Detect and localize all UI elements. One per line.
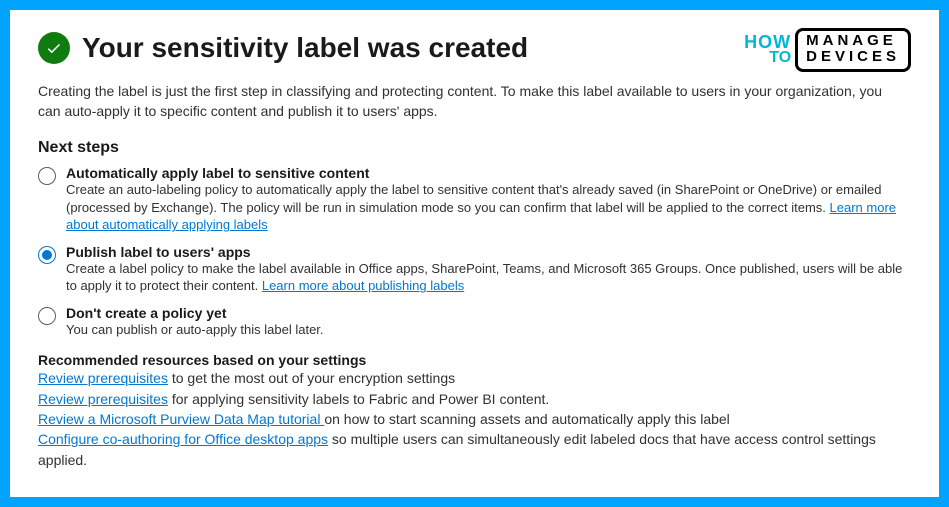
option-auto-desc-text: Create an auto-labeling policy to automa…	[66, 182, 881, 215]
option-publish-desc-text: Create a label policy to make the label …	[66, 261, 902, 294]
link-publish-learn-more[interactable]: Learn more about publishing labels	[262, 278, 464, 293]
next-steps-heading: Next steps	[38, 139, 911, 157]
options-group: Automatically apply label to sensitive c…	[38, 165, 911, 338]
brand-line1: MANAGE	[806, 33, 900, 49]
recommended-rest-2: on how to start scanning assets and auto…	[324, 411, 729, 427]
option-auto-title: Automatically apply label to sensitive c…	[66, 165, 911, 181]
recommended-heading: Recommended resources based on your sett…	[38, 352, 911, 368]
dialog-panel: HOW TO MANAGE DEVICES Your sensitivity l…	[10, 10, 939, 497]
radio-publish[interactable]	[38, 246, 56, 264]
recommended-item: Configure co-authoring for Office deskto…	[38, 429, 911, 470]
option-publish-title: Publish label to users' apps	[66, 244, 911, 260]
brand-logo: HOW TO MANAGE DEVICES	[744, 28, 911, 72]
intro-text: Creating the label is just the first ste…	[38, 82, 908, 121]
page-title: Your sensitivity label was created	[82, 32, 528, 64]
recommended-item: Review prerequisites for applying sensit…	[38, 389, 911, 409]
brand-line2: DEVICES	[806, 49, 900, 65]
recommended-list: Review prerequisites to get the most out…	[38, 368, 911, 469]
recommended-rest-0: to get the most out of your encryption s…	[168, 370, 455, 386]
option-publish-desc: Create a label policy to make the label …	[66, 260, 911, 295]
radio-none[interactable]	[38, 307, 56, 325]
radio-auto-apply[interactable]	[38, 167, 56, 185]
success-check-icon	[38, 32, 70, 64]
brand-howto: HOW TO	[744, 34, 791, 65]
recommended-item: Review prerequisites to get the most out…	[38, 368, 911, 388]
option-publish: Publish label to users' apps Create a la…	[38, 244, 911, 295]
recommended-item: Review a Microsoft Purview Data Map tuto…	[38, 409, 911, 429]
recommended-rest-1: for applying sensitivity labels to Fabri…	[168, 391, 549, 407]
option-none-desc: You can publish or auto-apply this label…	[66, 321, 911, 339]
brand-to-text: TO	[769, 51, 791, 65]
brand-box: MANAGE DEVICES	[795, 28, 911, 72]
option-none-title: Don't create a policy yet	[66, 305, 911, 321]
link-review-prereq-fabric[interactable]: Review prerequisites	[38, 391, 168, 407]
link-review-prereq-encryption[interactable]: Review prerequisites	[38, 370, 168, 386]
option-auto-apply: Automatically apply label to sensitive c…	[38, 165, 911, 234]
link-configure-coauthoring[interactable]: Configure co-authoring for Office deskto…	[38, 431, 328, 447]
option-auto-desc: Create an auto-labeling policy to automa…	[66, 181, 911, 234]
option-none: Don't create a policy yet You can publis…	[38, 305, 911, 339]
link-purview-tutorial[interactable]: Review a Microsoft Purview Data Map tuto…	[38, 411, 324, 427]
